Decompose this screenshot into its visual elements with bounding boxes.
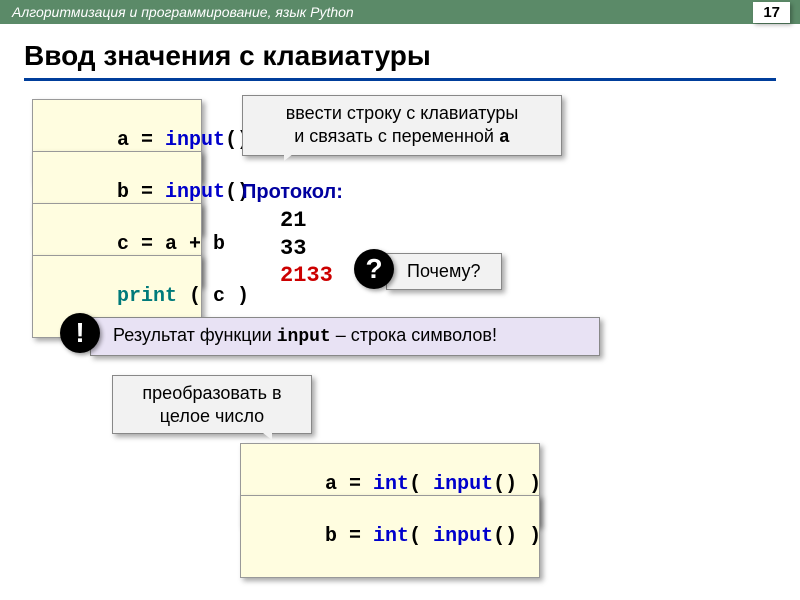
code-text: = [129, 129, 165, 152]
protocol-line: 21 [280, 207, 333, 235]
code-text: ) [517, 473, 541, 496]
code-text: = [337, 473, 373, 496]
slide: Ввод значения с клавиатуры a = input() b… [0, 24, 800, 561]
callout-text: ввести строку с клавиатуры [257, 102, 547, 125]
callout-tail-icon [284, 147, 302, 161]
code-text: ( [409, 473, 433, 496]
callout-why: Почему? [386, 253, 502, 290]
callout-text: Результат функции [113, 325, 277, 345]
protocol-line: 33 [280, 235, 333, 263]
callout-text: Почему? [407, 261, 481, 281]
protocol-values: 21 33 2133 [280, 207, 333, 290]
code-text: ( [409, 525, 433, 548]
page-number: 17 [753, 2, 790, 23]
code-text: () [493, 525, 517, 548]
page-title: Ввод значения с клавиатуры [24, 34, 776, 81]
code-text: ( c ) [177, 285, 249, 308]
code-keyword: print [117, 285, 177, 308]
code-text: = [337, 525, 373, 548]
protocol-line: 2133 [280, 262, 333, 290]
code-keyword: int [373, 525, 409, 548]
code-keyword: int [373, 473, 409, 496]
breadcrumb: Алгоритмизация и программирование, язык … [12, 4, 354, 20]
code-keyword: input [433, 473, 493, 496]
content-area: a = input() b = input() c = a + b print … [24, 81, 776, 561]
code-text: ) [517, 525, 541, 548]
code-keyword: input [165, 129, 225, 152]
callout-text: и связать с переменной a [257, 125, 547, 150]
callout-convert: преобразовать в целое число [112, 375, 312, 434]
question-icon: ? [365, 253, 382, 284]
callout-text: преобразовать в [127, 382, 297, 405]
protocol-label: Протокол: [242, 181, 343, 204]
code-text: b [117, 181, 129, 204]
code-text: () [493, 473, 517, 496]
code-text: a [117, 129, 129, 152]
code-text: a [325, 473, 337, 496]
code-box-b-int: b = int( input() ) [240, 495, 540, 578]
code-keyword: input [165, 181, 225, 204]
exclamation-badge: ! [60, 313, 100, 353]
code-keyword: input [433, 525, 493, 548]
callout-text: input [277, 327, 331, 347]
code-text: = [129, 181, 165, 204]
callout-text: – строка символов! [331, 325, 497, 345]
header-bar: Алгоритмизация и программирование, язык … [0, 0, 800, 24]
callout-tail-icon [254, 426, 272, 440]
code-text: b [325, 525, 337, 548]
question-badge: ? [354, 249, 394, 289]
exclamation-icon: ! [75, 317, 84, 348]
callout-text: целое число [127, 405, 297, 428]
code-text: c = a + b [117, 233, 225, 256]
callout-result: Результат функции input – строка символо… [90, 317, 600, 356]
